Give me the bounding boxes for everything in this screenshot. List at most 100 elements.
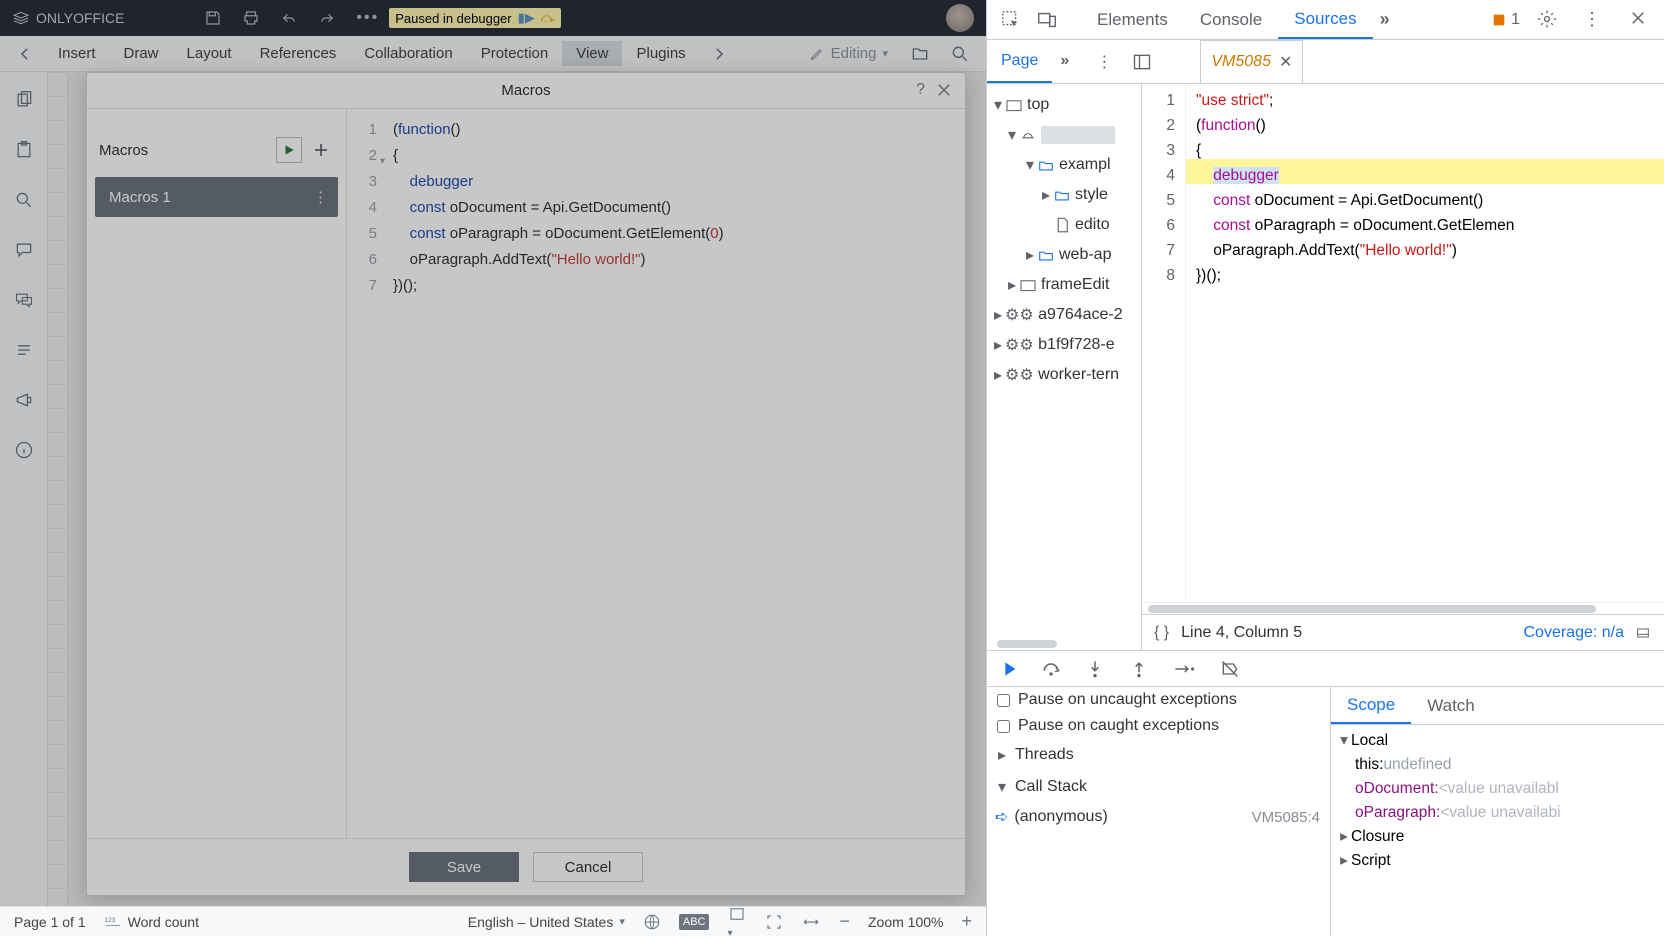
editing-mode[interactable]: Editing ▾ (797, 45, 900, 62)
menu-more-icon[interactable] (710, 45, 728, 63)
deactivate-breakpoints-icon[interactable] (1219, 659, 1241, 679)
onlyoffice-title-bar: ONLYOFFICE ••• Paused in debugger ▮▶ ⤼ (0, 0, 986, 36)
fit-width-icon[interactable] (801, 913, 821, 931)
heading-icon[interactable] (14, 340, 34, 360)
dialog-title: Macros (501, 82, 550, 99)
word-count[interactable]: 123 Word count (104, 914, 199, 930)
menu-references[interactable]: References (246, 41, 351, 66)
kebab-icon[interactable]: ⋮ (1583, 9, 1605, 31)
fit-page-icon[interactable] (765, 913, 783, 931)
show-navigator-icon[interactable] (1132, 52, 1152, 72)
tab-elements[interactable]: Elements (1081, 0, 1184, 39)
step-over-icon[interactable] (1041, 659, 1061, 679)
scope-panel[interactable]: ▾Local this: undefined oDocument: <value… (1331, 725, 1664, 936)
menu-protection[interactable]: Protection (467, 41, 563, 66)
save-button[interactable]: Save (409, 852, 519, 882)
item-menu-icon[interactable]: ⋮ (313, 188, 328, 206)
redacted-domain (1041, 126, 1115, 144)
page-indicator[interactable]: Page 1 of 1 (14, 914, 86, 930)
macros-dialog: Macros ? Macros (86, 72, 966, 896)
save-icon[interactable] (204, 9, 222, 27)
coverage-indicator[interactable]: Coverage: n/a (1523, 624, 1624, 642)
copy-icon[interactable] (14, 90, 34, 110)
settings-icon[interactable] (1537, 9, 1559, 31)
cursor-position: Line 4, Column 5 (1181, 624, 1302, 642)
chat-icon[interactable] (14, 290, 34, 310)
onlyoffice-logo: ONLYOFFICE (12, 10, 124, 26)
menu-insert[interactable]: Insert (44, 41, 110, 66)
callstack-frame[interactable]: ➪ (anonymous) VM5085:4 (987, 803, 1330, 831)
macros-list-item[interactable]: Macros 1 ⋮ (95, 177, 338, 217)
step-mini-icon[interactable]: ⤼ (541, 10, 555, 26)
search-side-icon[interactable] (14, 190, 34, 210)
tabs-overflow-icon[interactable]: » (1380, 9, 1402, 31)
undo-icon[interactable] (280, 9, 298, 27)
menu-plugins[interactable]: Plugins (622, 41, 699, 66)
open-location-icon[interactable] (910, 44, 930, 64)
resume-icon[interactable] (997, 659, 1017, 679)
paste-icon[interactable] (14, 140, 34, 160)
pause-uncaught-checkbox[interactable]: Pause on uncaught exceptions (987, 687, 1330, 713)
callstack-section[interactable]: ▾Call Stack (987, 771, 1330, 803)
navigator-tree[interactable]: ▾top ▾ ▾exampl ▸style ▸edito ▸web-ap ▸fr… (987, 84, 1142, 650)
nav-overflow-icon[interactable]: » (1060, 52, 1080, 72)
resume-mini-icon[interactable]: ▮▶ (518, 10, 535, 26)
menu-view[interactable]: View (562, 41, 622, 66)
step-icon[interactable] (1173, 659, 1195, 679)
pretty-print-icon[interactable]: { } (1154, 624, 1169, 642)
tab-sources[interactable]: Sources (1278, 0, 1372, 39)
help-icon[interactable]: ? (916, 81, 925, 99)
issues-badge[interactable]: 1 (1491, 11, 1520, 29)
svg-text:123: 123 (104, 917, 115, 924)
threads-section[interactable]: ▸Threads (987, 739, 1330, 771)
more-icon[interactable]: ••• (356, 9, 379, 27)
run-macro-button[interactable] (276, 137, 302, 163)
step-out-icon[interactable] (1129, 659, 1149, 679)
feedback-icon[interactable] (14, 390, 34, 410)
menu-layout[interactable]: Layout (173, 41, 246, 66)
macro-code-editor[interactable]: 1 2 ▾ ⚠3 i4 i5 i6 7 (function() { debugg… (347, 109, 965, 838)
devtools-close-icon[interactable] (1629, 9, 1651, 31)
brand-label: ONLYOFFICE (36, 10, 124, 26)
source-file-tab[interactable]: VM5085 ✕ (1200, 40, 1303, 83)
spellcheck-icon[interactable]: ABC (679, 914, 710, 930)
source-tab-close-icon[interactable]: ✕ (1279, 52, 1292, 72)
menu-draw[interactable]: Draw (110, 41, 173, 66)
devtools-second-row: Page » ⋮ VM5085 ✕ (987, 40, 1664, 84)
globe-icon[interactable] (643, 913, 661, 931)
code-status-bar: { } Line 4, Column 5 Coverage: n/a (1142, 614, 1664, 650)
code-h-scrollbar[interactable] (1142, 602, 1664, 614)
device-toggle-icon[interactable] (1036, 9, 1058, 31)
step-into-icon[interactable] (1085, 659, 1105, 679)
avatar[interactable] (946, 4, 974, 32)
redo-icon[interactable] (318, 9, 336, 27)
add-macro-button[interactable] (308, 137, 334, 163)
language-picker[interactable]: English – United States ▾ (468, 914, 625, 930)
zoom-out-icon[interactable]: − (839, 911, 850, 932)
menu-collaboration[interactable]: Collaboration (350, 41, 466, 66)
back-icon[interactable] (16, 45, 34, 63)
tab-console[interactable]: Console (1184, 0, 1278, 39)
pin-icon[interactable] (1634, 625, 1652, 641)
cancel-button[interactable]: Cancel (533, 852, 643, 882)
devtools-code-viewer[interactable]: 12345678 "use strict"; (function() { deb… (1142, 84, 1664, 602)
close-icon[interactable] (935, 81, 953, 99)
debugger-paused-badge[interactable]: Paused in debugger ▮▶ ⤼ (389, 8, 560, 28)
nav-kebab-icon[interactable]: ⋮ (1096, 52, 1116, 72)
comments-icon[interactable] (14, 240, 34, 260)
print-icon[interactable] (242, 9, 260, 27)
macros-panel-label: Macros (99, 142, 276, 159)
info-icon[interactable] (14, 440, 34, 460)
nav-tab-page[interactable]: Page (987, 40, 1052, 83)
scope-tab[interactable]: Scope (1331, 687, 1411, 724)
inspect-element-icon[interactable] (1000, 9, 1022, 31)
search-icon[interactable] (950, 44, 970, 64)
onlyoffice-side-toolbar (0, 72, 48, 906)
zoom-level[interactable]: Zoom 100% (868, 914, 943, 930)
zoom-in-icon[interactable]: + (961, 911, 972, 932)
vertical-ruler (48, 72, 68, 906)
pause-caught-checkbox[interactable]: Pause on caught exceptions (987, 713, 1330, 739)
tree-scrollbar[interactable] (987, 640, 1141, 648)
track-changes-icon[interactable]: ▾ (727, 905, 747, 939)
watch-tab[interactable]: Watch (1411, 687, 1491, 724)
